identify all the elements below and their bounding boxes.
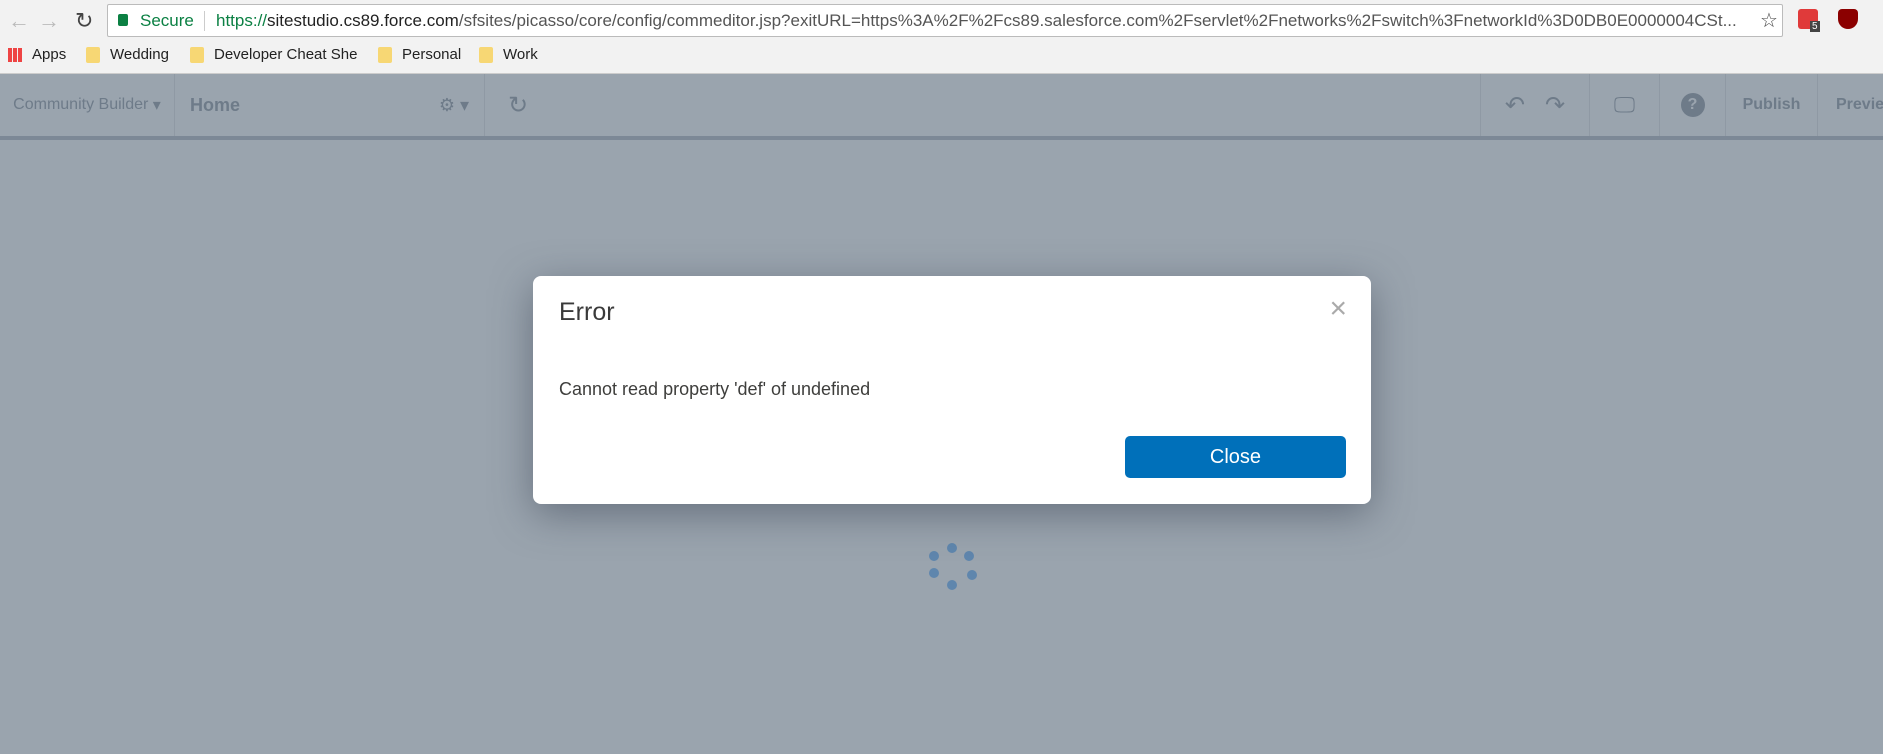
- close-button[interactable]: Close: [1125, 436, 1346, 478]
- bookmark-developer-cheat-sheets[interactable]: Developer Cheat She: [190, 43, 357, 67]
- lock-icon: [118, 14, 128, 26]
- page-selector[interactable]: Home ⚙ ▾: [175, 74, 485, 136]
- modal-title: Error: [559, 298, 615, 326]
- loading-spinner: [927, 543, 977, 593]
- undo-redo-group: ↶ ↷: [1480, 74, 1590, 136]
- browser-chrome: ← → ↻ Secure https://sitestudio.cs89.for…: [0, 0, 1883, 74]
- forward-icon[interactable]: →: [38, 8, 60, 34]
- publish-button[interactable]: Publish: [1726, 74, 1818, 136]
- address-bar[interactable]: Secure https://sitestudio.cs89.force.com…: [107, 4, 1783, 37]
- builder-header: Community Builder ▾ Home ⚙ ▾ ↻ ↶ ↷ 🖵 ? Pu…: [0, 74, 1883, 140]
- folder-icon: [479, 47, 493, 63]
- settings-gear-icon[interactable]: ⚙ ▾: [439, 95, 469, 116]
- divider: [204, 11, 205, 31]
- bookmark-work[interactable]: Work: [479, 43, 538, 67]
- builder-menu[interactable]: Community Builder ▾: [0, 74, 175, 136]
- back-icon[interactable]: ←: [8, 8, 30, 34]
- apps-grid-icon: [8, 48, 22, 62]
- folder-icon: [190, 47, 204, 63]
- close-icon[interactable]: ×: [1329, 292, 1347, 326]
- secure-label: Secure: [140, 11, 194, 30]
- bookmark-apps[interactable]: Apps: [8, 43, 66, 67]
- url-text: https://sitestudio.cs89.force.com/sfsite…: [216, 11, 1737, 30]
- error-message: Cannot read property 'def' of undefined: [559, 379, 871, 399]
- refresh-icon[interactable]: ↻: [485, 74, 551, 136]
- folder-icon: [86, 47, 100, 63]
- bookmark-personal[interactable]: Personal: [378, 43, 461, 67]
- help-icon[interactable]: ?: [1660, 74, 1726, 136]
- folder-icon: [378, 47, 392, 63]
- bookmark-wedding[interactable]: Wedding: [86, 43, 169, 67]
- preview-button[interactable]: Previe: [1818, 74, 1883, 136]
- ublock-extension-icon[interactable]: [1838, 9, 1858, 29]
- reload-icon[interactable]: ↻: [75, 8, 93, 34]
- bookmark-star-icon[interactable]: ☆: [1760, 8, 1778, 33]
- redo-icon[interactable]: ↷: [1545, 91, 1565, 120]
- undo-icon[interactable]: ↶: [1505, 91, 1525, 120]
- lastpass-extension-icon[interactable]: 5: [1798, 9, 1820, 32]
- error-modal: Error × Cannot read property 'def' of un…: [533, 276, 1371, 504]
- device-preview-icon[interactable]: 🖵: [1590, 74, 1660, 136]
